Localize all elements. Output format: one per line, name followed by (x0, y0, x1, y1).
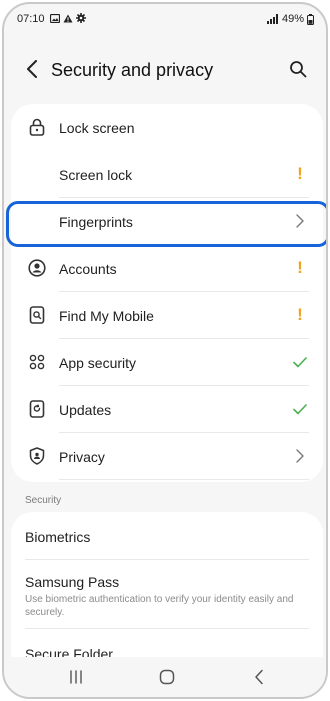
list-item-samsung-pass[interactable]: Samsung Pass Use biometric authenticatio… (11, 560, 323, 629)
warning-icon: ! (297, 305, 303, 324)
list-item-label: Accounts (59, 261, 117, 277)
status-right: 49% (266, 13, 314, 25)
account-icon (26, 257, 48, 279)
chevron-right-icon (291, 211, 309, 231)
find-mobile-icon (26, 304, 48, 326)
status-time: 07:10 (17, 13, 45, 25)
list-item-screen-lock[interactable]: Screen lock ! (11, 151, 323, 198)
list-item-fingerprints[interactable]: Fingerprints (11, 198, 323, 245)
list-item-privacy[interactable]: Privacy (11, 433, 323, 480)
list-item-app-security[interactable]: App security (11, 339, 323, 386)
page-title: Security and privacy (51, 60, 214, 80)
list-item-title: Biometrics (25, 529, 91, 545)
settings-notification-icon (76, 13, 86, 23)
list-item-label: Updates (59, 402, 112, 418)
warning-icon: ! (297, 164, 303, 183)
list-item-find-my-mobile[interactable]: Find My Mobile ! (11, 292, 323, 339)
search-icon (290, 61, 307, 78)
recent-apps-icon (70, 670, 82, 684)
back-nav-icon (255, 669, 263, 685)
search-button[interactable] (286, 57, 310, 81)
back-nav-button[interactable] (247, 667, 271, 687)
status-notification-icons (50, 13, 86, 23)
back-button[interactable] (20, 57, 44, 81)
list-item-label: Find My Mobile (59, 308, 154, 324)
lock-icon (26, 116, 48, 138)
alert-notification-icon (63, 14, 73, 22)
settings-card: Lock screen Screen lock ! Fingerprints A… (11, 104, 323, 482)
home-button[interactable] (155, 667, 179, 687)
warning-icon: ! (297, 258, 303, 277)
list-item-title: Samsung Pass (25, 574, 120, 590)
app-security-icon (26, 351, 48, 373)
list-item-label: Screen lock (59, 167, 133, 183)
app-header: Security and privacy (4, 44, 326, 94)
list-item-label: App security (59, 355, 137, 371)
list-item-biometrics[interactable]: Biometrics (11, 512, 323, 560)
phone-frame: 07:10 49% Security and privacy Lock scre… (2, 2, 328, 699)
recent-apps-button[interactable] (64, 667, 88, 687)
list-item-label: Lock screen (59, 120, 135, 136)
list-item-lock-screen[interactable]: Lock screen (11, 104, 323, 151)
gallery-notification-icon (50, 13, 60, 23)
list-item-accounts[interactable]: Accounts ! (11, 245, 323, 292)
back-arrow-icon (27, 60, 37, 78)
list-item-label: Fingerprints (59, 214, 133, 230)
signal-icon (266, 14, 278, 24)
updates-icon (26, 398, 48, 420)
home-icon (159, 669, 175, 685)
battery-icon (307, 13, 314, 25)
battery-percent: 49% (281, 13, 304, 25)
chevron-right-icon (291, 446, 309, 466)
list-item-description: Use biometric authentication to verify y… (25, 594, 294, 618)
check-icon (291, 352, 309, 372)
navigation-bar (4, 657, 326, 697)
divider (59, 479, 309, 480)
section-header-security: Security (25, 495, 62, 506)
check-icon (291, 399, 309, 419)
privacy-icon (26, 445, 48, 467)
list-item-label: Privacy (59, 449, 105, 465)
list-item-updates[interactable]: Updates (11, 386, 323, 433)
status-bar: 07:10 49% (4, 4, 326, 34)
